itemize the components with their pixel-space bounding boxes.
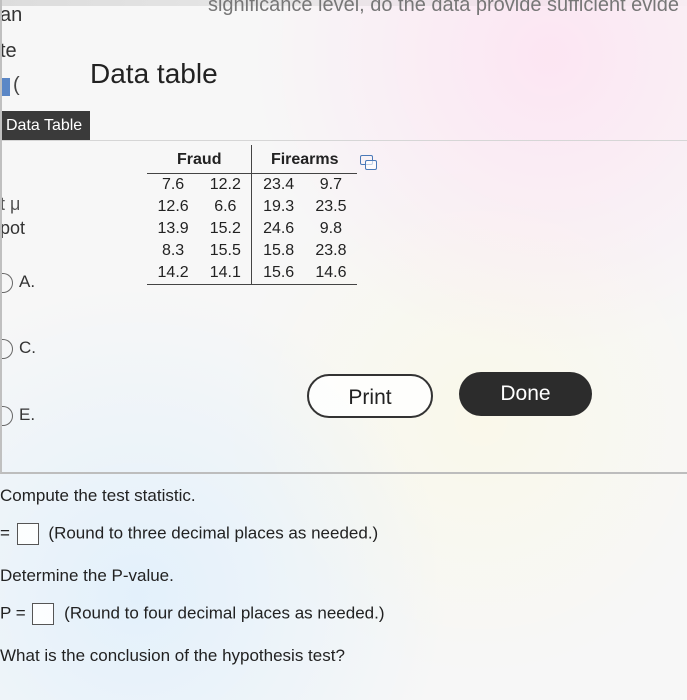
- done-button[interactable]: Done: [459, 372, 592, 416]
- firearms-header: Firearms: [251, 145, 357, 174]
- conclusion-question: What is the conclusion of the hypothesis…: [0, 646, 345, 665]
- table-row: 13.9 15.2 24.6 9.8: [147, 218, 357, 240]
- table-cell: 19.3: [263, 198, 295, 215]
- compute-statistic-text: Compute the test statistic.: [0, 486, 196, 505]
- p-value-row: P = (Round to four decimal places as nee…: [0, 603, 385, 625]
- test-statistic-input[interactable]: [16, 523, 39, 545]
- table-cell: 12.2: [199, 173, 253, 196]
- header-row: Fraud Firearms: [147, 145, 357, 174]
- table-cell: 24.6: [263, 220, 295, 237]
- table-cell: 15.8: [263, 242, 295, 259]
- table-cell: 15.2: [199, 218, 253, 240]
- table-cell: 7.6: [161, 176, 185, 193]
- table-cell: 9.8: [319, 220, 343, 237]
- question-area: Compute the test statistic. = (Round to …: [0, 482, 687, 700]
- screen: significance level, do the data provide …: [0, 0, 687, 700]
- table-body: 7.6 12.2 23.4 9.7 12.6 6.6 19.3 23.5 13.…: [147, 173, 357, 285]
- data-table: Fraud Firearms 7.6 12.2 23.4 9.7 12.6 6.…: [147, 145, 357, 293]
- table-cell: 23.5: [315, 198, 347, 215]
- table-cell: 23.4: [263, 176, 295, 193]
- fraud-header: Fraud: [147, 145, 253, 174]
- table-cell: 6.6: [199, 196, 253, 218]
- table-row: 7.6 12.2 23.4 9.7: [147, 173, 357, 196]
- table-cell: 14.2: [147, 262, 200, 285]
- tab-divider: [2, 140, 687, 141]
- table-cell: 15.5: [199, 240, 253, 262]
- table-cell: 23.8: [315, 242, 347, 259]
- dialog-title: Data table: [90, 58, 218, 89]
- table-cell: 13.9: [157, 220, 189, 237]
- table-cell: 14.6: [304, 262, 357, 285]
- p-value-rounding-note: (Round to four decimal places as needed.…: [64, 603, 385, 623]
- determine-p-value-text: Determine the P-value.: [0, 566, 174, 585]
- table-row: 12.6 6.6 19.3 23.5: [147, 196, 357, 218]
- table-cell: 15.6: [251, 262, 305, 285]
- table-cell: 12.6: [157, 198, 189, 215]
- data-table-tab[interactable]: Data Table: [2, 111, 90, 140]
- print-button[interactable]: Print: [307, 374, 433, 418]
- copy-icon[interactable]: [360, 155, 377, 170]
- p-value-input[interactable]: [32, 603, 55, 625]
- p-value-prefix: P =: [0, 603, 26, 623]
- fraud-firearms-table: Fraud Firearms 7.6 12.2 23.4 9.7 12.6 6.…: [147, 145, 357, 285]
- test-statistic-row: = (Round to three decimal places as need…: [0, 523, 378, 545]
- table-row: 8.3 15.5 15.8 23.8: [147, 240, 357, 262]
- table-cell: 9.7: [319, 176, 343, 193]
- test-statistic-rounding-note: (Round to three decimal places as needed…: [48, 523, 379, 543]
- test-statistic-prefix: =: [0, 523, 10, 543]
- table-cell: 8.3: [161, 242, 185, 259]
- data-table-dialog: Data table Data Table Fraud Firearms 7.6…: [0, 0, 687, 474]
- table-header: Fraud Firearms: [147, 145, 357, 174]
- table-row: 14.2 14.1 15.6 14.6: [147, 262, 357, 285]
- table-cell: 14.1: [199, 262, 253, 285]
